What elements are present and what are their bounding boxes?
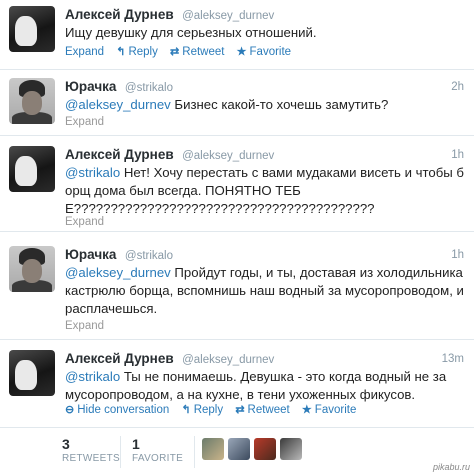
reply-button[interactable]: ↰ Reply xyxy=(116,46,158,58)
author-name[interactable]: Алексей Дурнев xyxy=(65,147,174,162)
retweet-button[interactable]: ⇄ Retweet xyxy=(235,404,289,416)
author-handle[interactable]: @strikalo xyxy=(125,82,173,94)
favoriter-avatar[interactable] xyxy=(280,438,302,460)
circle-minus-icon: ⊖ xyxy=(65,404,75,416)
tweet-4[interactable]: Юрачка @strikalo 1h @aleksey_durnev Прой… xyxy=(0,232,474,340)
reply-button[interactable]: ↰ Reply xyxy=(181,404,223,416)
author-name[interactable]: Юрачка xyxy=(65,79,116,94)
author-handle[interactable]: @aleksey_durnev xyxy=(182,10,274,22)
favorite-button[interactable]: ★ Favorite xyxy=(237,46,291,58)
mention-link[interactable]: @strikalo xyxy=(65,369,120,384)
favoriter-avatar[interactable] xyxy=(254,438,276,460)
tweet-text: @strikalo Ты не понимаешь. Девушка - это… xyxy=(65,368,464,404)
favorites-count: 1 xyxy=(132,436,140,452)
tweet-text: Ищу девушку для серьезных отношений. xyxy=(65,24,464,42)
favorites-label: FAVORITE xyxy=(132,453,184,464)
retweet-button[interactable]: ⇄ Retweet xyxy=(170,46,224,58)
tweet-body: Ищу девушку для серьезных отношений. xyxy=(65,25,317,40)
tweet-3[interactable]: Алексей Дурнев @aleksey_durnev 1h @strik… xyxy=(0,136,474,232)
retweets-label: RETWEETS xyxy=(62,453,120,464)
expand-link[interactable]: Expand xyxy=(65,318,104,334)
tweet-timestamp[interactable]: 13m xyxy=(442,350,464,368)
tweet-timestamp[interactable]: 1h xyxy=(451,246,464,264)
tweet-5[interactable]: Алексей Дурнев @aleksey_durnev 13m @stri… xyxy=(0,340,474,428)
avatar[interactable] xyxy=(9,246,55,292)
tweet-header: Юрачка @strikalo xyxy=(65,246,173,264)
hide-conversation-button[interactable]: ⊖ Hide conversation xyxy=(65,404,169,416)
author-name[interactable]: Юрачка xyxy=(65,247,116,262)
tweet-stats: 3 RETWEETS 1 FAVORITE pikabu.ru xyxy=(0,428,474,474)
favorites-stat[interactable]: 1 FAVORITE xyxy=(132,436,183,466)
author-handle[interactable]: @aleksey_durnev xyxy=(182,354,274,366)
mention-link[interactable]: @strikalo xyxy=(65,165,120,180)
tweet-text: @aleksey_durnev Бизнес какой-то хочешь з… xyxy=(65,96,464,114)
mention-link[interactable]: @aleksey_durnev xyxy=(65,265,171,280)
tweet-header: Алексей Дурнев @aleksey_durnev xyxy=(65,146,274,164)
author-handle[interactable]: @strikalo xyxy=(125,250,173,262)
author-handle[interactable]: @aleksey_durnev xyxy=(182,150,274,162)
expand-link[interactable]: Expand xyxy=(65,46,104,58)
tweet-1[interactable]: Алексей Дурнев @aleksey_durnev Ищу девуш… xyxy=(0,0,474,70)
tweet-timestamp[interactable]: 2h xyxy=(451,78,464,96)
star-icon: ★ xyxy=(236,46,247,58)
retweets-stat[interactable]: 3 RETWEETS xyxy=(62,436,120,466)
tweet-body: Нет! Хочу перестать с вами мудаками висе… xyxy=(65,165,464,216)
reply-icon: ↰ xyxy=(181,404,191,416)
tweet-text: @aleksey_durnev Пройдут годы, и ты, дост… xyxy=(65,264,464,318)
tweet-actions: ⊖ Hide conversation ↰ Reply ⇄ Retweet ★ Favo… xyxy=(65,402,365,418)
expand-link[interactable]: Expand xyxy=(65,214,104,230)
avatar[interactable] xyxy=(9,6,55,52)
retweets-count: 3 xyxy=(62,436,70,452)
favorite-button[interactable]: ★ Favorite xyxy=(302,404,356,416)
tweet-2[interactable]: Юрачка @strikalo 2h @aleksey_durnev Бизн… xyxy=(0,70,474,136)
stat-divider xyxy=(194,436,195,468)
tweet-timestamp[interactable]: 1h xyxy=(451,146,464,164)
author-name[interactable]: Алексей Дурнев xyxy=(65,7,174,22)
tweet-text: @strikalo Нет! Хочу перестать с вами муд… xyxy=(65,164,464,218)
tweet-body: Ты не понимаешь. Девушка - это когда вод… xyxy=(65,369,447,402)
mention-link[interactable]: @aleksey_durnev xyxy=(65,97,171,112)
tweet-header: Алексей Дурнев @aleksey_durnev xyxy=(65,6,274,24)
expand-link[interactable]: Expand xyxy=(65,114,104,130)
author-name[interactable]: Алексей Дурнев xyxy=(65,351,174,366)
star-icon: ★ xyxy=(301,404,312,416)
reply-icon: ↰ xyxy=(116,46,126,58)
stat-divider xyxy=(120,436,121,468)
favoriter-avatar[interactable] xyxy=(202,438,224,460)
avatar[interactable] xyxy=(9,146,55,192)
tweet-body: Бизнес какой-то хочешь замутить? xyxy=(170,97,389,112)
favoriter-avatar[interactable] xyxy=(228,438,250,460)
watermark: pikabu.ru xyxy=(432,462,470,472)
retweet-icon: ⇄ xyxy=(235,404,245,416)
avatar[interactable] xyxy=(9,78,55,124)
tweet-header: Юрачка @strikalo xyxy=(65,78,173,96)
tweet-header: Алексей Дурнев @aleksey_durnev xyxy=(65,350,274,368)
retweet-icon: ⇄ xyxy=(170,46,180,58)
avatar[interactable] xyxy=(9,350,55,396)
tweet-actions: Expand ↰ Reply ⇄ Retweet ★ Favorite xyxy=(65,44,300,60)
